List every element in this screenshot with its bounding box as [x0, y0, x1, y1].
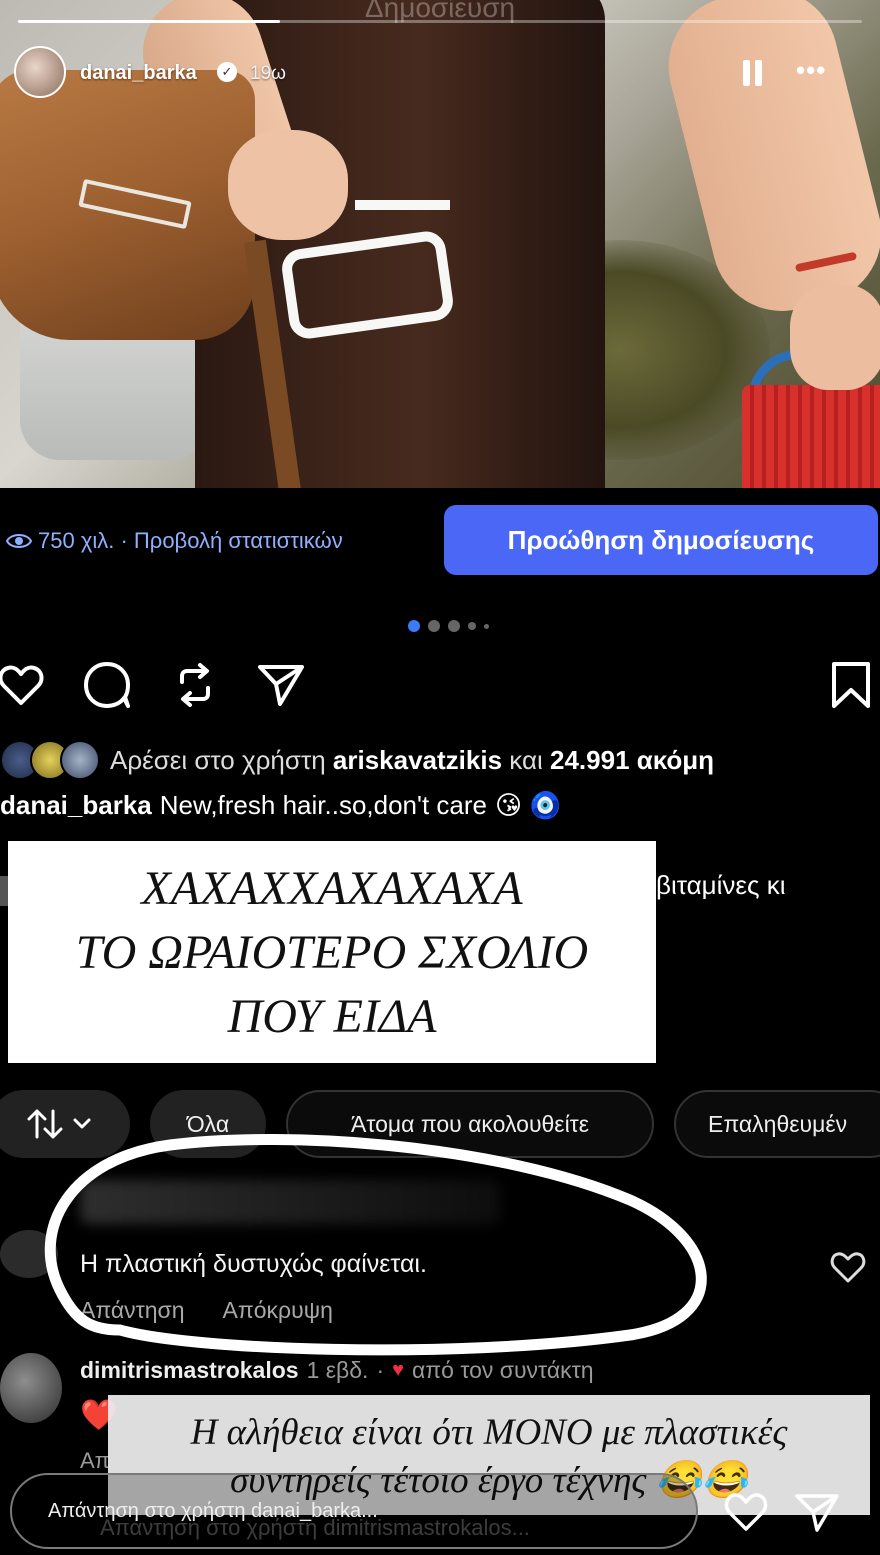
carousel-dot [428, 620, 440, 632]
heart-icon[interactable] [0, 660, 46, 710]
send-icon[interactable] [793, 1490, 841, 1534]
overlay-line: ΠΟΥ ΕΙΔΑ [227, 990, 437, 1043]
red-basket-bag [742, 385, 880, 488]
carousel-dot [468, 622, 476, 630]
hand-drawn-circle [44, 1134, 707, 1356]
comment-username[interactable]: dimitrismastrokalos [80, 1357, 299, 1384]
carousel-dot [448, 620, 460, 632]
avatar [60, 740, 100, 780]
avatar[interactable] [14, 46, 66, 98]
reply-placeholder: Απάντηση στο χρήστη danai_barka... [48, 1500, 378, 1522]
story-photo: Δημοσίευση danai_barka ✓ 19ω ••• [0, 0, 880, 488]
partial-avatar [0, 876, 8, 906]
comment-header: dimitrismastrokalos 1 εβδ. · ♥ από τον σ… [80, 1357, 594, 1384]
bookmark-icon[interactable] [826, 660, 876, 710]
pause-icon[interactable] [741, 60, 765, 86]
verified-badge-icon: ✓ [217, 62, 237, 82]
left-hand [228, 130, 348, 240]
caption-username[interactable]: danai_barka [0, 790, 152, 821]
liker-avatars [0, 740, 100, 780]
story-progress-bar [18, 20, 862, 23]
likes-prefix: Αρέσει στο χρήστη [110, 744, 326, 775]
likes-summary[interactable]: Αρέσει στο χρήστη ariskavatzikis και 24.… [0, 740, 714, 780]
eye-icon [6, 534, 32, 548]
overlay-text-card: ΧΑΧΑΧΧΑΧΑΧΑΧΑ ΤΟ ΩΡΑΙΟΤΕΡΟ ΣΧΟΛΙΟ ΠΟΥ ΕΙ… [8, 841, 656, 1063]
caption-emojis: 😘 🧿 [495, 790, 562, 820]
comment-time: 1 εβδ. [306, 1357, 369, 1383]
promote-post-button[interactable]: Προώθηση δημοσίευσης [444, 505, 878, 575]
heart-icon[interactable] [830, 1250, 866, 1284]
overlay-line: ΧΑΧΑΧΧΑΧΑΧΑΧΑ [141, 862, 523, 915]
partial-comment-text: βιταμίνες κι [656, 870, 786, 900]
view-insights-link[interactable]: 750 χιλ. · Προβολή στατιστικών [6, 528, 343, 554]
story-username[interactable]: danai_barka [80, 62, 197, 85]
views-text: 750 χιλ. · Προβολή στατιστικών [38, 528, 343, 553]
separator: · [376, 1357, 385, 1383]
overlay-line: Η αλήθεια είναι ότι ΜΟΝΟ με πλαστικές [190, 1412, 788, 1453]
heart-icon[interactable] [724, 1490, 768, 1534]
sunglasses-arm [355, 200, 450, 210]
brown-handbag [0, 70, 255, 340]
story-time: 19ω [250, 63, 286, 84]
carousel-dot [484, 623, 489, 629]
send-icon[interactable] [256, 660, 306, 710]
right-hand [790, 285, 880, 390]
post-caption: danai_barka New,fresh hair..so,don't car… [0, 790, 562, 821]
heart-icon: ♥ [392, 1359, 404, 1381]
avatar[interactable] [0, 1353, 62, 1423]
bag-clasp [78, 178, 192, 230]
author-liked-label: από τον συντάκτη [412, 1357, 594, 1383]
caption-text: New,fresh hair..so,don't care [159, 790, 487, 820]
likes-count[interactable]: 24.991 ακόμη [550, 745, 714, 776]
likes-user[interactable]: ariskavatzikis [333, 745, 502, 776]
comment-icon[interactable] [82, 660, 132, 710]
overlay-line: ΤΟ ΩΡΑΙΟΤΕΡΟ ΣΧΟΛΙΟ [75, 926, 589, 979]
carousel-dot-active [408, 620, 420, 632]
repost-icon[interactable] [170, 660, 220, 710]
story-progress-fill [18, 20, 280, 23]
more-options-icon[interactable]: ••• [796, 55, 826, 86]
carousel-dots [408, 620, 489, 632]
likes-mid: και [509, 744, 543, 775]
reply-link[interactable]: Απ [80, 1448, 110, 1474]
